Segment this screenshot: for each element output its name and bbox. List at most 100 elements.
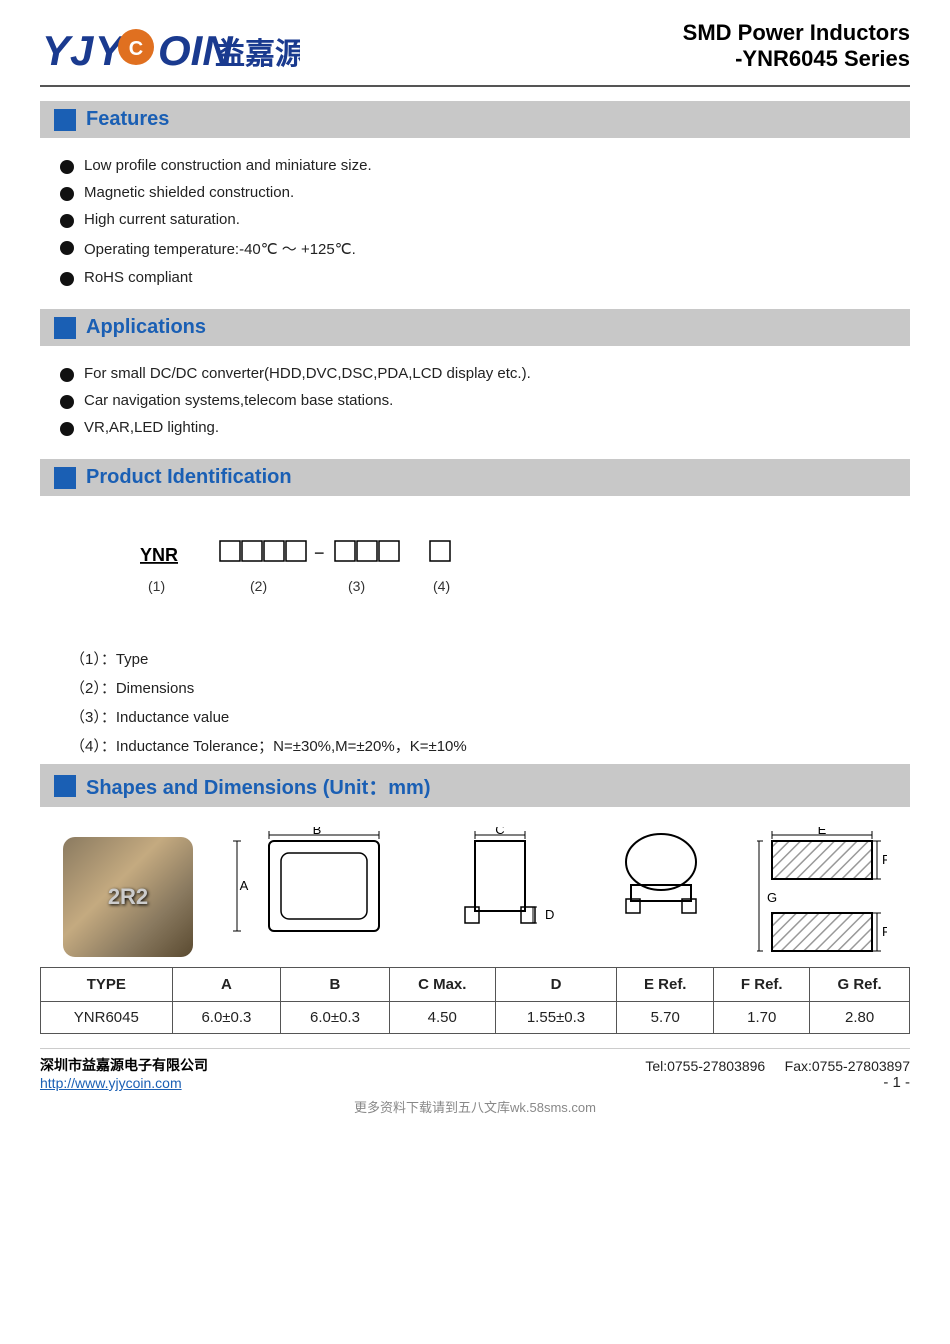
svg-text:F: F — [882, 924, 887, 939]
applications-section-header: Applications — [40, 309, 910, 346]
title-line1: SMD Power Inductors — [683, 20, 910, 46]
inductor-photo: 2R2 — [63, 837, 193, 957]
col-fref: F Ref. — [714, 968, 810, 1002]
website-link[interactable]: http://www.yjycoin.com — [40, 1075, 208, 1091]
svg-text:益嘉源: 益嘉源 — [215, 38, 300, 71]
logo-svg: Y J Y C OIN 益嘉源 — [40, 20, 300, 75]
footer-right: Tel:0755-27803896 Fax:0755-27803897 - 1 … — [645, 1058, 910, 1091]
product-id-section-icon — [54, 467, 76, 489]
bullet-icon — [60, 160, 74, 174]
shapes-section-header: Shapes and Dimensions (Unit：mm) — [40, 764, 910, 807]
side-view-diagram: C D — [445, 827, 565, 957]
svg-text:J: J — [70, 27, 95, 74]
feature-item-3: High current saturation. — [84, 211, 240, 228]
bullet-icon — [60, 187, 74, 201]
app-item-1: For small DC/DC converter(HDD,DVC,DSC,PD… — [84, 365, 531, 382]
list-item: Car navigation systems,telecom base stat… — [60, 387, 910, 414]
app-item-3: VR,AR,LED lighting. — [84, 419, 219, 436]
bullet-icon — [60, 368, 74, 382]
list-item: Low profile construction and miniature s… — [60, 152, 910, 179]
cell-b: 6.0±0.3 — [281, 1002, 390, 1034]
bullet-icon — [60, 422, 74, 436]
svg-text:−: − — [314, 543, 325, 563]
page-footer: 深圳市益嘉源电子有限公司 http://www.yjycoin.com Tel:… — [40, 1048, 910, 1091]
list-item: VR,AR,LED lighting. — [60, 414, 910, 441]
efg-view-svg: E G F — [757, 827, 887, 957]
features-section-header: Features — [40, 101, 910, 138]
footer-fax: Fax:0755-27803897 — [785, 1058, 910, 1074]
cell-d: 1.55±0.3 — [495, 1002, 616, 1034]
product-id-diagram: YNR (1) (2) − (3) (4) — [40, 506, 910, 630]
footer-contact: Tel:0755-27803896 Fax:0755-27803897 — [645, 1058, 910, 1074]
col-type: TYPE — [41, 968, 173, 1002]
list-item: Magnetic shielded construction. — [60, 179, 910, 206]
svg-text:C: C — [495, 827, 504, 837]
product-id-item-3: （3）：Inductance value — [70, 706, 880, 727]
title-line2: -YNR6045 Series — [683, 46, 910, 72]
list-item: High current saturation. — [60, 206, 910, 233]
col-cmax: C Max. — [389, 968, 495, 1002]
footer-tel: Tel:0755-27803896 — [645, 1058, 765, 1074]
svg-text:E: E — [818, 827, 827, 837]
feature-item-5: RoHS compliant — [84, 269, 192, 286]
svg-text:(4): (4) — [433, 578, 450, 594]
list-item: Operating temperature:-40℃ ～ +125℃. — [60, 233, 910, 264]
applications-section-title: Applications — [86, 316, 206, 339]
shapes-section-title: Shapes and Dimensions (Unit：mm) — [86, 771, 431, 800]
svg-text:(2): (2) — [250, 578, 267, 594]
product-id-items: （1）：Type （2）：Dimensions （3）：Inductance v… — [40, 630, 910, 756]
col-d: D — [495, 968, 616, 1002]
cell-eref: 5.70 — [617, 1002, 714, 1034]
bullet-icon — [60, 241, 74, 255]
svg-text:C: C — [129, 38, 143, 60]
svg-text:A: A — [240, 878, 249, 893]
bullet-icon — [60, 272, 74, 286]
profile-view-svg — [601, 827, 721, 957]
svg-text:(1): (1) — [148, 578, 165, 594]
page-header: Y J Y C OIN 益嘉源 SMD Power Inductors -YNR… — [40, 20, 910, 87]
col-b: B — [281, 968, 390, 1002]
shapes-diagrams: 2R2 B A — [40, 817, 910, 957]
footer-left: 深圳市益嘉源电子有限公司 http://www.yjycoin.com — [40, 1055, 208, 1091]
inductor-photo-diagram: 2R2 — [63, 837, 193, 957]
app-item-2: Car navigation systems,telecom base stat… — [84, 392, 393, 409]
footer-page: - 1 - — [645, 1074, 910, 1091]
col-gref: G Ref. — [810, 968, 910, 1002]
product-id-item-1: （1）：Type — [70, 648, 880, 669]
svg-text:D: D — [545, 907, 554, 922]
front-view-svg: B A — [229, 827, 409, 957]
side-view-svg: C D — [445, 827, 565, 957]
cell-fref: 1.70 — [714, 1002, 810, 1034]
header-title: SMD Power Inductors -YNR6045 Series — [683, 20, 910, 72]
cell-cmax: 4.50 — [389, 1002, 495, 1034]
features-section-title: Features — [86, 108, 169, 131]
list-item: RoHS compliant — [60, 264, 910, 291]
cell-gref: 2.80 — [810, 1002, 910, 1034]
bullet-icon — [60, 395, 74, 409]
cell-a: 6.0±0.3 — [172, 1002, 281, 1034]
feature-item-1: Low profile construction and miniature s… — [84, 157, 372, 174]
features-section-icon — [54, 109, 76, 131]
table-row: YNR6045 6.0±0.3 6.0±0.3 4.50 1.55±0.3 5.… — [41, 1002, 910, 1034]
svg-text:F: F — [882, 852, 887, 867]
product-id-item-4: （4）：Inductance Tolerance；N=±30%,M=±20%，K… — [70, 735, 880, 756]
feature-item-2: Magnetic shielded construction. — [84, 184, 294, 201]
feature-item-4: Operating temperature:-40℃ ～ +125℃. — [84, 238, 356, 259]
col-a: A — [172, 968, 281, 1002]
table-header-row: TYPE A B C Max. D E Ref. F Ref. G Ref. — [41, 968, 910, 1002]
logo-area: Y J Y C OIN 益嘉源 — [40, 20, 300, 75]
company-name: 深圳市益嘉源电子有限公司 — [40, 1055, 208, 1075]
svg-text:YNR: YNR — [140, 545, 178, 565]
product-id-section-header: Product Identification — [40, 459, 910, 496]
product-id-svg: YNR (1) (2) − (3) (4) — [120, 526, 620, 616]
profile-view-diagram — [601, 827, 721, 957]
dimensions-table: TYPE A B C Max. D E Ref. F Ref. G Ref. Y… — [40, 967, 910, 1034]
features-list: Low profile construction and miniature s… — [40, 148, 910, 295]
applications-list: For small DC/DC converter(HDD,DVC,DSC,PD… — [40, 356, 910, 445]
shapes-section-icon — [54, 775, 76, 797]
watermark-text: 更多资料下载请到五八文库wk.58sms.com — [40, 1097, 910, 1116]
efg-view-diagram: E G F — [757, 827, 887, 957]
svg-text:G: G — [767, 890, 777, 905]
list-item: For small DC/DC converter(HDD,DVC,DSC,PD… — [60, 360, 910, 387]
bullet-icon — [60, 214, 74, 228]
